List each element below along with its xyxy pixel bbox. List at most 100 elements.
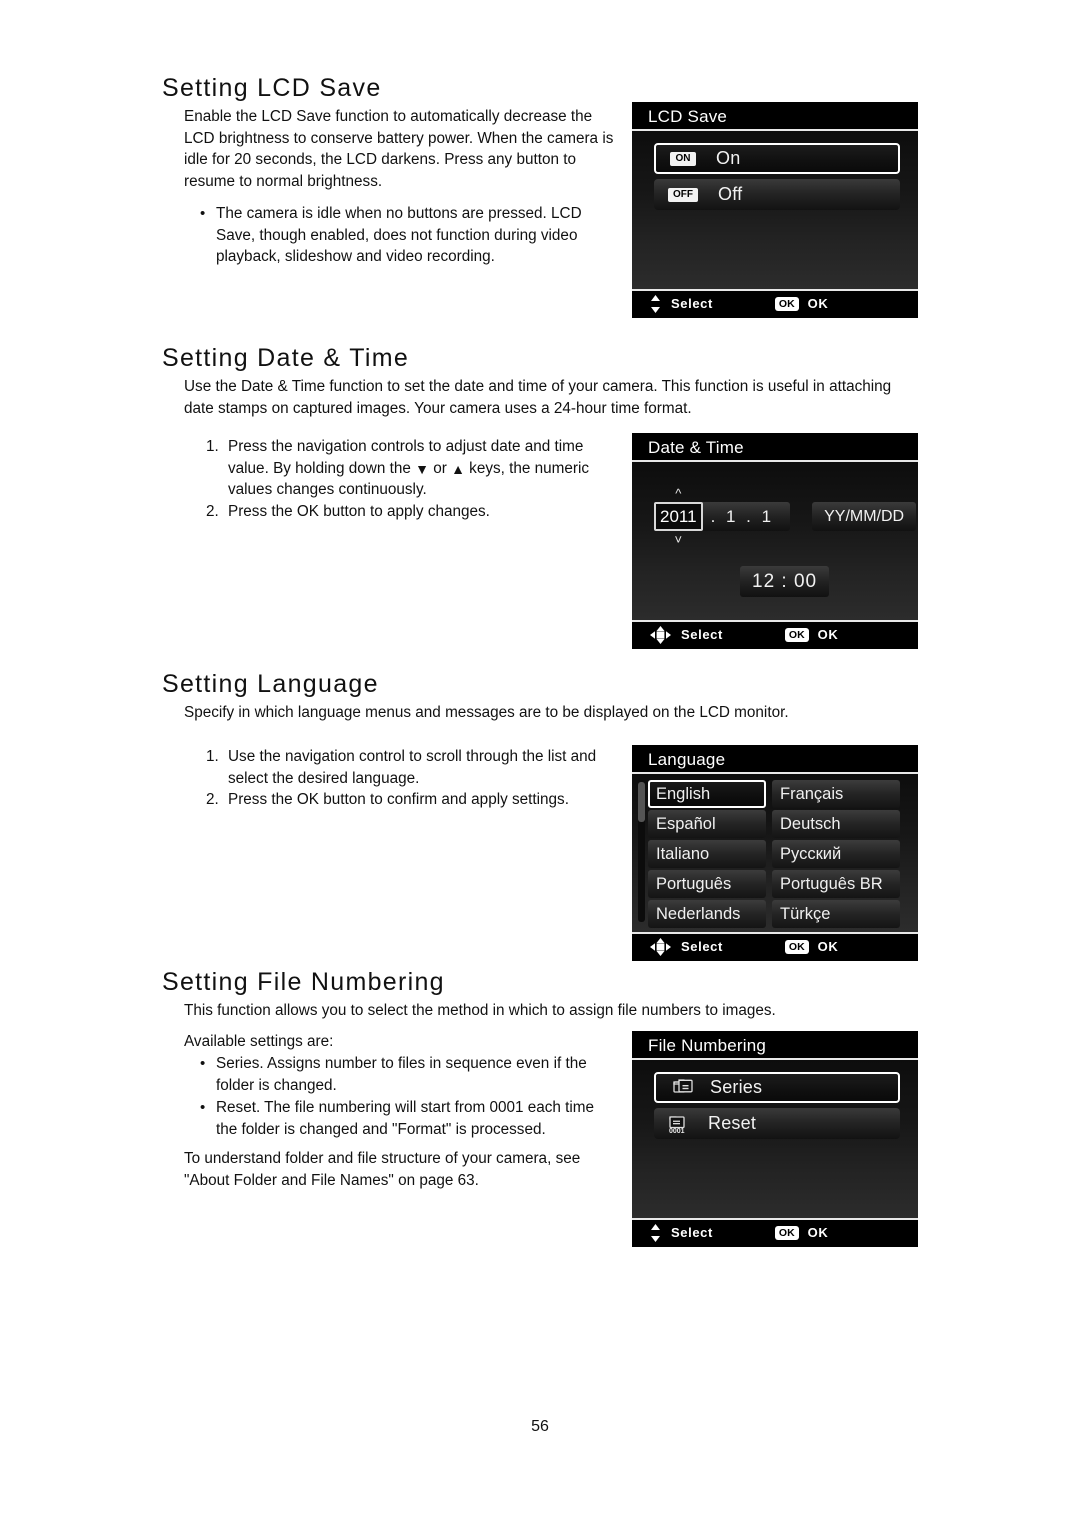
menu-item-on[interactable]: ON On bbox=[654, 143, 900, 174]
menu-item-on-label: On bbox=[716, 148, 741, 168]
language-scrollbar-thumb[interactable] bbox=[638, 782, 645, 822]
menu-item-reset-label: Reset bbox=[708, 1113, 757, 1133]
select-hint-label: Select bbox=[681, 627, 723, 642]
date-fields-row: ^ 2011 ˅ . 1 . 1 YY/MM/DD bbox=[654, 487, 917, 546]
language-option-turkce[interactable]: Türkçe bbox=[772, 900, 900, 928]
panel-title-lcd-save: LCD Save bbox=[632, 102, 918, 131]
language-paragraph-text: Specify in which language menus and mess… bbox=[184, 704, 789, 721]
language-option-deutsch[interactable]: Deutsch bbox=[772, 810, 900, 838]
off-badge-icon: OFF bbox=[668, 187, 698, 202]
file-numbering-bullets: • Series. Assigns number to files in seq… bbox=[200, 1053, 618, 1141]
four-way-arrows-icon bbox=[650, 937, 671, 956]
step-text: Use the navigation control to scroll thr… bbox=[228, 748, 597, 787]
ok-button-badge-icon: OK bbox=[774, 296, 799, 311]
step-text: Press the OK button to apply changes. bbox=[228, 502, 490, 520]
language-option-nederlands[interactable]: Nederlands bbox=[648, 900, 766, 928]
lcd-save-bullets: • The camera is idle when no buttons are… bbox=[200, 203, 620, 269]
folder-0001-icon: 0001 bbox=[666, 1114, 698, 1134]
language-steps: 1. Use the navigation control to scroll … bbox=[206, 746, 614, 811]
step-number: 1. bbox=[206, 438, 219, 455]
step-text: Press the navigation controls to adjust … bbox=[228, 436, 621, 501]
month-day-field[interactable]: . 1 . 1 bbox=[698, 502, 791, 531]
file-numbering-paragraph: This function allows you to select the m… bbox=[184, 1000, 902, 1022]
date-format-field[interactable]: YY/MM/DD bbox=[812, 502, 917, 531]
language-option-russian[interactable]: Русский bbox=[772, 840, 900, 868]
bullet-text: The camera is idle when no buttons are p… bbox=[216, 205, 582, 265]
up-down-arrows-icon bbox=[650, 1223, 661, 1242]
list-item: 2. Press the OK button to confirm and ap… bbox=[206, 789, 614, 811]
list-item: • Series. Assigns number to files in seq… bbox=[200, 1053, 618, 1096]
date-time-panel-footer: Select OK OK bbox=[632, 620, 918, 647]
down-triangle-icon: ▼ bbox=[415, 460, 429, 477]
language-option-portugues-br[interactable]: Português BR bbox=[772, 870, 900, 898]
menu-item-off-label: Off bbox=[718, 184, 743, 204]
language-scrollbar[interactable] bbox=[638, 782, 645, 922]
bullet-text: Series. Assigns number to files in seque… bbox=[216, 1055, 587, 1094]
file-numbering-closing: To understand folder and file structure … bbox=[184, 1148, 616, 1191]
section-heading-lcd-save: Setting LCD Save bbox=[162, 74, 382, 102]
section-heading-file-numbering: Setting File Numbering bbox=[162, 968, 445, 996]
on-badge-icon: ON bbox=[670, 151, 696, 166]
up-down-arrows-icon bbox=[650, 294, 661, 313]
language-paragraph: Specify in which language menus and mess… bbox=[184, 702, 902, 724]
date-time-paragraph: Use the Date & Time function to set the … bbox=[184, 376, 902, 419]
language-options-grid: English Français Español Deutsch Italian… bbox=[648, 780, 912, 928]
bullet-icon: • bbox=[200, 205, 206, 222]
increment-caret-icon[interactable]: ^ bbox=[675, 487, 681, 500]
ok-hint-label: OK bbox=[807, 296, 829, 311]
language-screen-panel: Language English Français Español Deutsc… bbox=[632, 745, 918, 961]
folders-series-icon bbox=[668, 1078, 700, 1097]
menu-item-series[interactable]: Series bbox=[654, 1072, 900, 1103]
language-option-italiano[interactable]: Italiano bbox=[648, 840, 766, 868]
list-item: 2. Press the OK button to apply changes. bbox=[206, 501, 621, 523]
ok-hint-label: OK bbox=[807, 1225, 829, 1240]
date-time-paragraph-text: Use the Date & Time function to set the … bbox=[184, 378, 892, 417]
step-number: 2. bbox=[206, 791, 219, 808]
select-hint-label: Select bbox=[681, 939, 723, 954]
panel-title-language: Language bbox=[632, 745, 918, 774]
menu-item-series-label: Series bbox=[710, 1077, 763, 1097]
lcd-save-panel-footer: Select OK OK bbox=[632, 289, 918, 316]
file-numbering-lead-in: Available settings are: bbox=[184, 1031, 614, 1053]
manual-page: Setting LCD Save Enable the LCD Save fun… bbox=[0, 0, 1080, 1527]
file-numbering-panel-footer: Select OK OK bbox=[632, 1218, 918, 1245]
step-number: 2. bbox=[206, 502, 219, 520]
file-numbering-screen-panel: File Numbering Series 0001 Reset Select … bbox=[632, 1031, 918, 1247]
four-way-arrows-icon bbox=[650, 625, 671, 644]
year-field-wrapper[interactable]: ^ 2011 ˅ bbox=[654, 487, 703, 546]
ok-button-badge-icon: OK bbox=[784, 627, 809, 642]
select-hint-label: Select bbox=[671, 1225, 713, 1240]
language-option-francais[interactable]: Français bbox=[772, 780, 900, 808]
year-field[interactable]: 2011 bbox=[654, 502, 703, 531]
language-option-english[interactable]: English bbox=[648, 780, 766, 808]
ok-hint-label: OK bbox=[817, 939, 839, 954]
ok-button-badge-icon: OK bbox=[774, 1225, 799, 1240]
menu-item-reset[interactable]: 0001 Reset bbox=[654, 1108, 900, 1139]
list-item: 1. Press the navigation controls to adju… bbox=[206, 436, 621, 501]
bullet-text: Reset. The file numbering will start fro… bbox=[216, 1099, 595, 1138]
select-hint-label: Select bbox=[671, 296, 713, 311]
date-time-screen-panel: Date & Time ^ 2011 ˅ . 1 . 1 YY/MM/DD 12… bbox=[632, 433, 918, 649]
panel-title-file-numbering: File Numbering bbox=[632, 1031, 918, 1060]
bullet-icon: • bbox=[200, 1055, 206, 1072]
language-option-espanol[interactable]: Español bbox=[648, 810, 766, 838]
panel-title-date-time: Date & Time bbox=[632, 433, 918, 462]
menu-item-off[interactable]: OFF Off bbox=[654, 179, 900, 210]
time-field[interactable]: 12 : 00 bbox=[740, 566, 830, 597]
section-heading-language: Setting Language bbox=[162, 670, 379, 698]
lcd-save-paragraph: Enable the LCD Save function to automati… bbox=[184, 106, 624, 192]
lcd-save-paragraph-text: Enable the LCD Save function to automati… bbox=[184, 108, 614, 190]
lcd-save-screen-panel: LCD Save ON On OFF Off Select OK OK bbox=[632, 102, 918, 318]
bullet-icon: • bbox=[200, 1099, 206, 1116]
file-numbering-closing-text: To understand folder and file structure … bbox=[184, 1150, 581, 1189]
date-time-panel-body: ^ 2011 ˅ . 1 . 1 YY/MM/DD 12 : 00 bbox=[632, 462, 918, 620]
date-time-steps: 1. Press the navigation controls to adju… bbox=[206, 436, 621, 522]
language-option-portugues[interactable]: Português bbox=[648, 870, 766, 898]
list-item: • Reset. The file numbering will start f… bbox=[200, 1097, 618, 1140]
decrement-caret-icon[interactable]: ˅ bbox=[674, 533, 682, 546]
ok-hint-label: OK bbox=[817, 627, 839, 642]
step-text: Press the OK button to confirm and apply… bbox=[228, 791, 569, 808]
ok-button-badge-icon: OK bbox=[784, 939, 809, 954]
list-item: • The camera is idle when no buttons are… bbox=[200, 203, 620, 268]
page-number: 56 bbox=[531, 1418, 549, 1435]
